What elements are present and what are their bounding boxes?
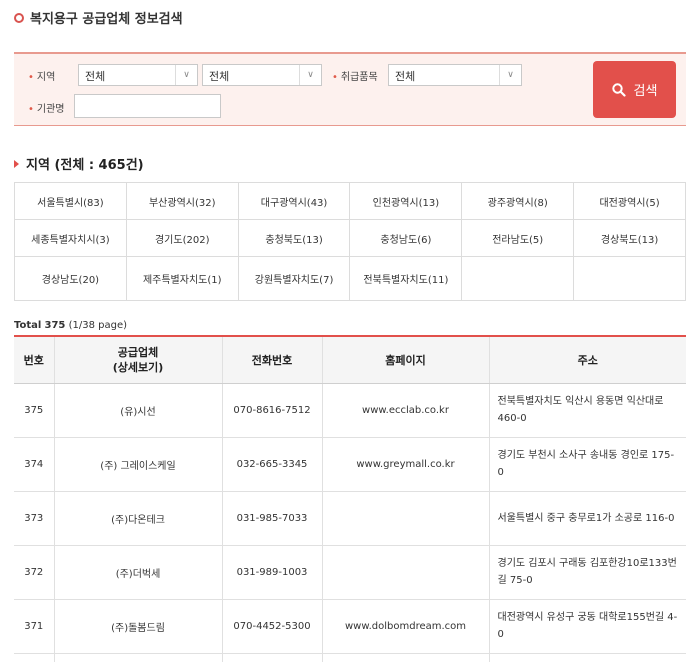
- org-name-input[interactable]: [74, 94, 221, 118]
- supplier-name-link[interactable]: (주)더벅세: [53, 545, 222, 600]
- region-link[interactable]: 제주특별자치도(1): [125, 256, 239, 301]
- triangle-bullet-icon: [14, 159, 19, 168]
- region-link[interactable]: 전라남도(5): [461, 219, 575, 257]
- homepage-link[interactable]: [321, 491, 489, 546]
- region-grid: 서울특별시(83) 부산광역시(32) 대구광역시(43) 인천광역시(13) …: [14, 182, 686, 301]
- region-empty-cell: [461, 256, 575, 301]
- table-row: [14, 653, 686, 662]
- region-province-select[interactable]: 전체 ∨: [78, 64, 198, 86]
- homepage-link[interactable]: [321, 545, 489, 600]
- homepage-link[interactable]: www.greymall.co.kr: [321, 437, 489, 492]
- row-number: 371: [14, 599, 54, 654]
- homepage-link[interactable]: www.ecclab.co.kr: [321, 383, 489, 438]
- address: 전북특별자치도 익산시 용동면 익산대로 460-0: [488, 383, 686, 438]
- supplier-table: 번호 공급업체 (상세보기) 전화번호 홈페이지 주소 375 (유)시선 07…: [14, 335, 686, 662]
- phone-number: 031-989-1003: [221, 545, 322, 600]
- chevron-down-icon: ∨: [299, 65, 321, 85]
- homepage-link[interactable]: www.dolbomdream.com: [321, 599, 489, 654]
- region-section-title: 지역 (전체 : 465건): [14, 154, 144, 173]
- row-number: 374: [14, 437, 54, 492]
- row-number: 375: [14, 383, 54, 438]
- phone-number: 031-985-7033: [221, 491, 322, 546]
- col-header-address: 주소: [488, 335, 686, 384]
- col-header-homepage: 홈페이지: [321, 335, 489, 384]
- region-empty-cell: [573, 256, 686, 301]
- region-link[interactable]: 전북특별자치도(11): [349, 256, 463, 301]
- region-link[interactable]: 충청남도(6): [349, 219, 463, 257]
- region-link[interactable]: 인천광역시(13): [349, 182, 463, 220]
- page-title-text: 복지용구 공급업체 정보검색: [30, 12, 183, 27]
- region-link[interactable]: 세종특별자치시(3): [14, 219, 127, 257]
- region-label: • 지역: [28, 72, 56, 83]
- region-link[interactable]: 경기도(202): [125, 219, 239, 257]
- region-link[interactable]: 대전광역시(5): [573, 182, 686, 220]
- phone-number: 032-665-3345: [221, 437, 322, 492]
- address: 경기도 부천시 소사구 송내동 경인로 175-0: [488, 437, 686, 492]
- table-row: 372 (주)더벅세 031-989-1003 경기도 김포시 구래동 김포한강…: [14, 545, 686, 600]
- row-number: 372: [14, 545, 54, 600]
- item-label: • 취급품목: [332, 72, 378, 83]
- table-row: 375 (유)시선 070-8616-7512 www.ecclab.co.kr…: [14, 383, 686, 438]
- supplier-name-link[interactable]: (유)시선: [53, 383, 222, 438]
- search-button[interactable]: 검색: [593, 61, 676, 118]
- region-city-select[interactable]: 전체 ∨: [202, 64, 322, 86]
- total-count: Total 375 (1/38 page): [14, 320, 127, 331]
- phone-number: 070-4452-5300: [221, 599, 322, 654]
- table-row: 371 (주)돌봄드림 070-4452-5300 www.dolbomdrea…: [14, 599, 686, 654]
- supplier-name-link[interactable]: (주) 그레이스케일: [53, 437, 222, 492]
- table-row: 373 (주)다온테크 031-985-7033 서울특별시 중구 충무로1가 …: [14, 491, 686, 546]
- address: 경기도 김포시 구래동 김포한강10로133번길 75-0: [488, 545, 686, 600]
- chevron-down-icon: ∨: [499, 65, 521, 85]
- region-link[interactable]: 대구광역시(43): [237, 182, 351, 220]
- region-link[interactable]: 경상북도(13): [573, 219, 686, 257]
- phone-number: 070-8616-7512: [221, 383, 322, 438]
- search-button-label: 검색: [633, 84, 658, 99]
- table-row: 374 (주) 그레이스케일 032-665-3345 www.greymall…: [14, 437, 686, 492]
- search-panel: • 지역 전체 ∨ 전체 ∨ • 취급품목 전체 ∨ • 기관명 검색: [14, 52, 686, 126]
- col-header-no: 번호: [14, 335, 54, 384]
- row-number: 373: [14, 491, 54, 546]
- region-link[interactable]: 광주광역시(8): [461, 182, 575, 220]
- address: 서울특별시 중구 충무로1가 소공로 116-0: [488, 491, 686, 546]
- page-title: 복지용구 공급업체 정보검색: [14, 8, 183, 27]
- item-select[interactable]: 전체 ∨: [388, 64, 522, 86]
- supplier-name-link[interactable]: (주)다온테크: [53, 491, 222, 546]
- supplier-name-link[interactable]: (주)돌봄드림: [53, 599, 222, 654]
- region-link[interactable]: 충청북도(13): [237, 219, 351, 257]
- address: 대전광역시 유성구 궁동 대학로155번길 4-0: [488, 599, 686, 654]
- region-link[interactable]: 서울특별시(83): [14, 182, 127, 220]
- chevron-down-icon: ∨: [175, 65, 197, 85]
- region-link[interactable]: 부산광역시(32): [125, 182, 239, 220]
- col-header-phone: 전화번호: [221, 335, 322, 384]
- circle-bullet-icon: [14, 12, 24, 23]
- region-link[interactable]: 경상남도(20): [14, 256, 127, 301]
- region-link[interactable]: 강원특별자치도(7): [237, 256, 351, 301]
- org-label: • 기관명: [28, 104, 65, 115]
- search-icon: [611, 82, 626, 97]
- col-header-supplier: 공급업체 (상세보기): [53, 335, 222, 384]
